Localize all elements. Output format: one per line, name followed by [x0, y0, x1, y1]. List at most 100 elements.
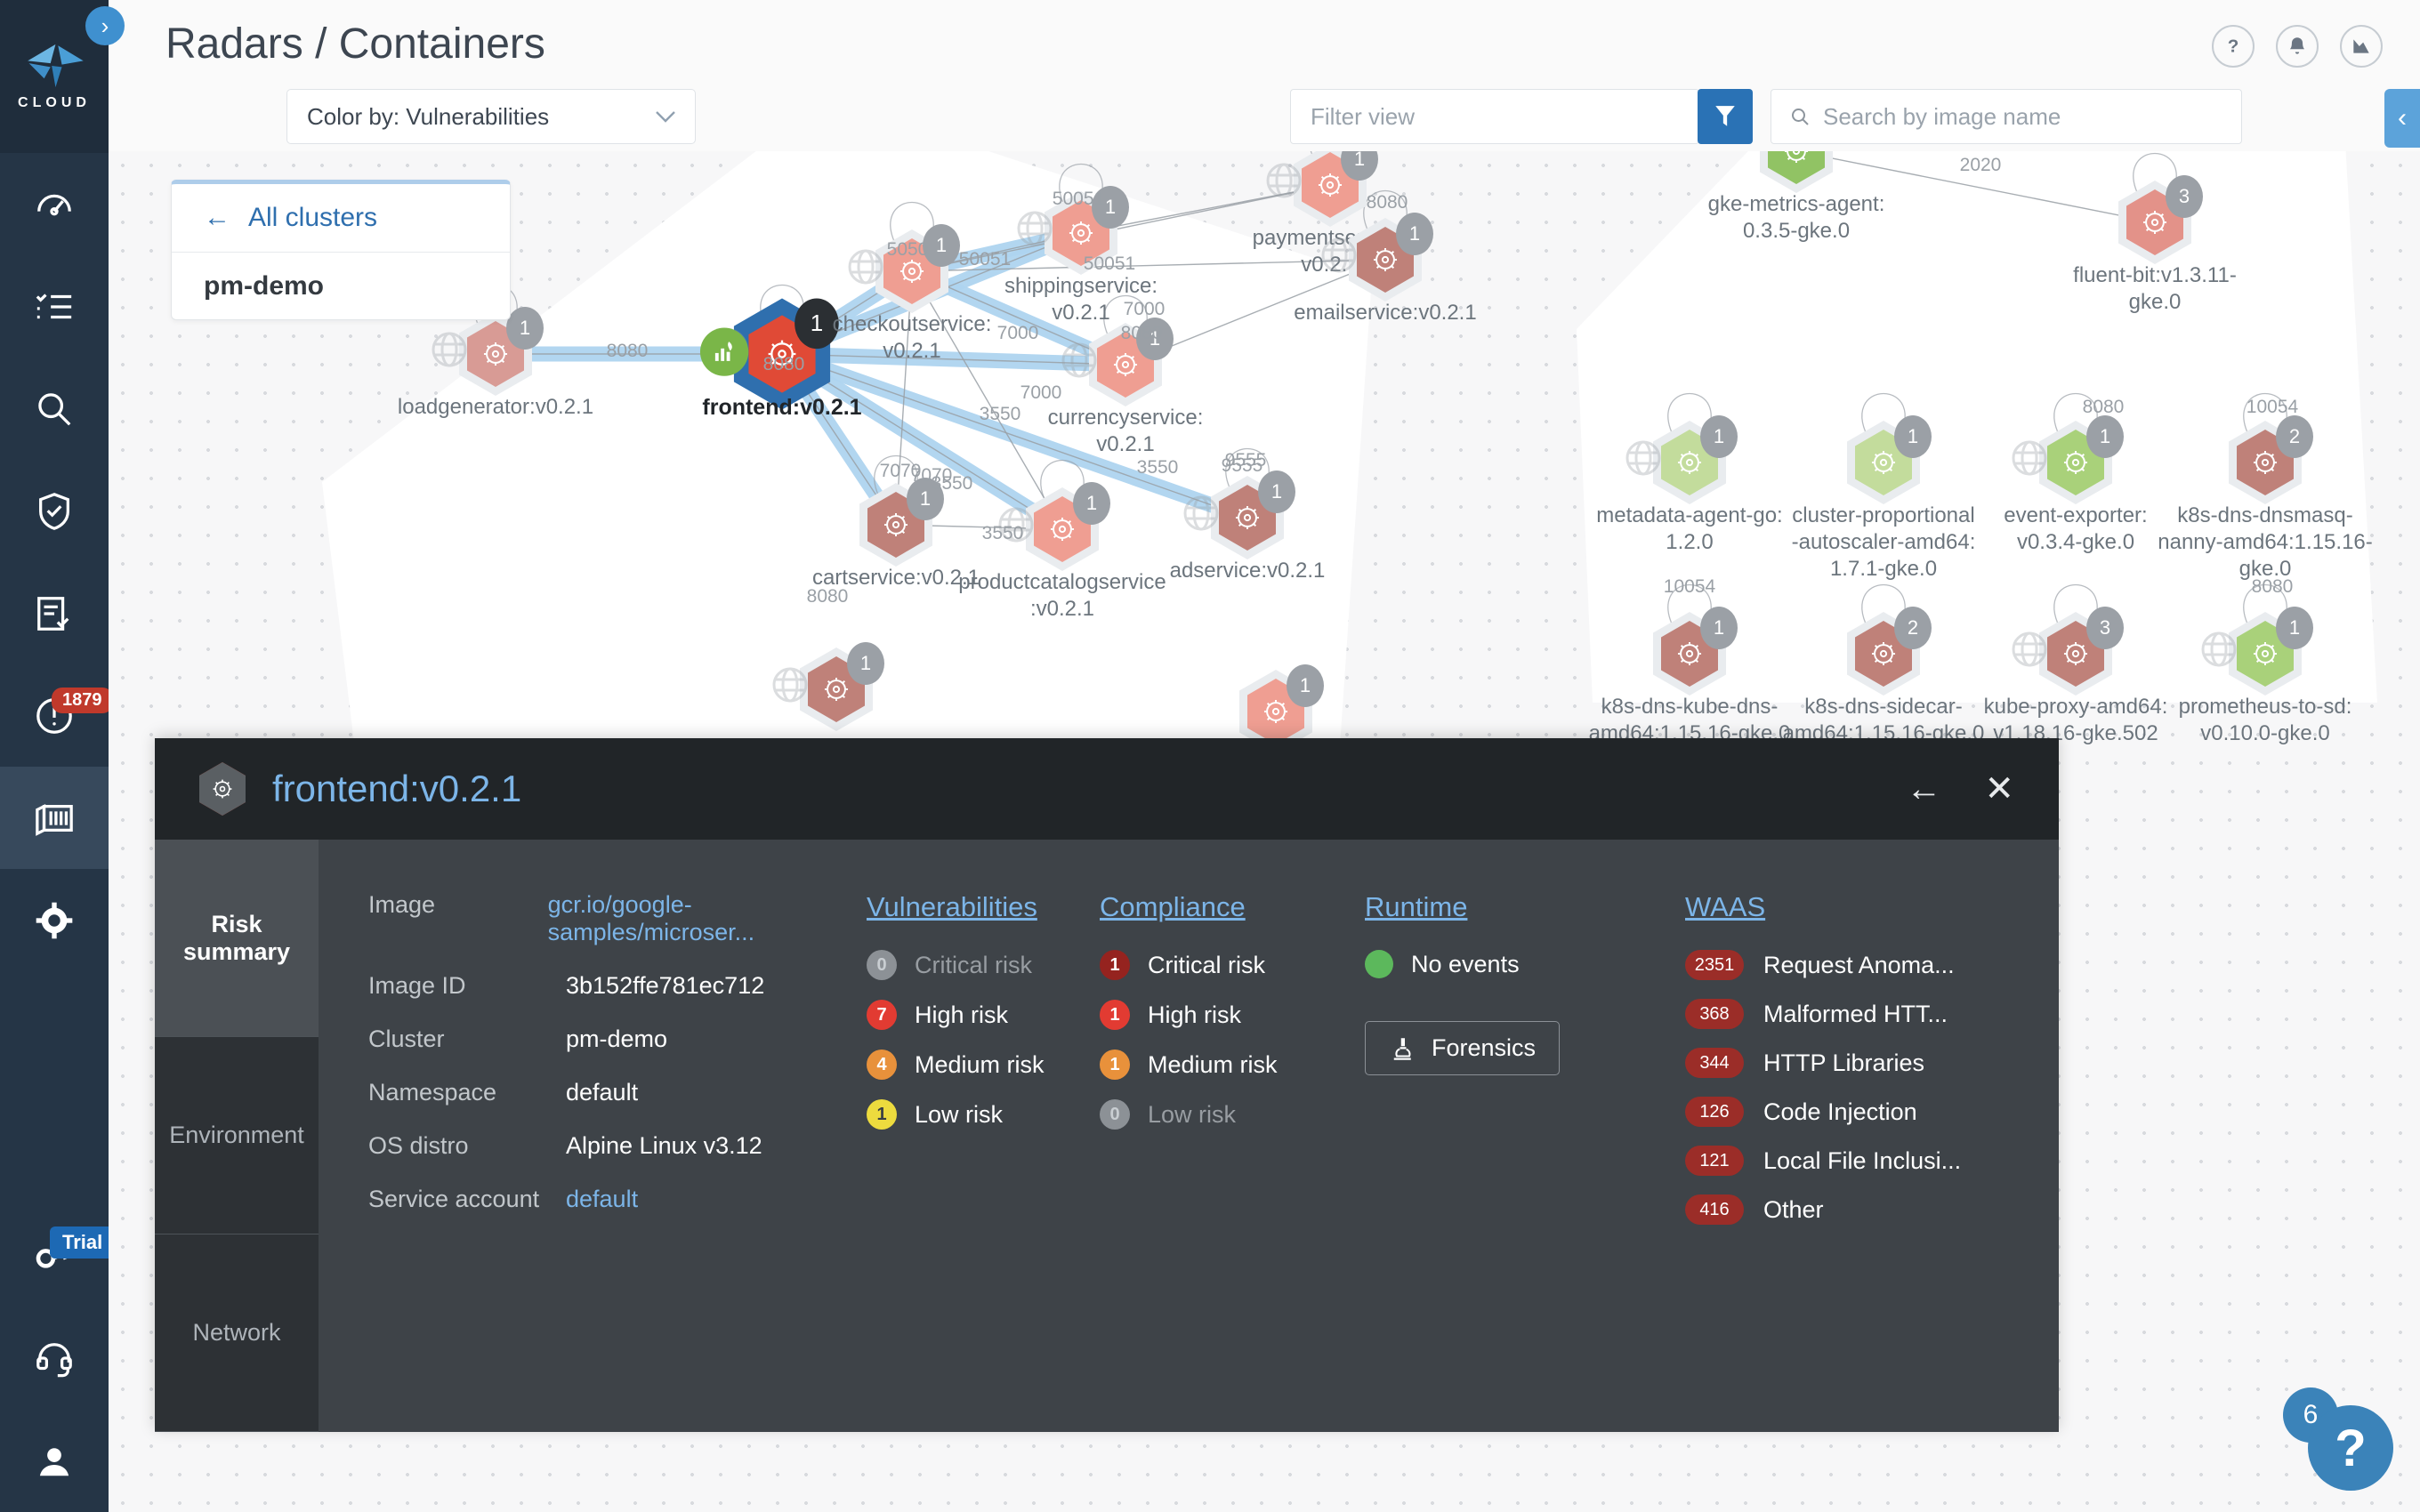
risk-summary-value[interactable]: default: [566, 1186, 638, 1213]
graph-node-hex: 1: [1266, 151, 1378, 227]
notifications-button[interactable]: [2276, 25, 2319, 68]
risk-summary-row: OS distro Alpine Linux v3.12: [368, 1132, 867, 1160]
risk-summary-value[interactable]: gcr.io/google-samples/microser...: [548, 891, 867, 946]
compliance-risk-row[interactable]: 1 Critical risk: [1100, 950, 1365, 980]
risk-summary-value: Alpine Linux v3.12: [566, 1132, 762, 1159]
compliance-risk-count: 1: [1100, 1000, 1130, 1030]
graph-node[interactable]: 1 loadgenerator:v0.2.1: [398, 307, 593, 419]
kubernetes-helm-icon: [483, 342, 508, 366]
compliance-risk-row[interactable]: 1 Medium risk: [1100, 1050, 1365, 1080]
graph-port-label: 10054: [2246, 397, 2299, 417]
graph-node[interactable]: 1 k8s-dns-kube-dns-amd64:1.15.16-gke.0: [1589, 607, 1790, 745]
waas-heading[interactable]: WAAS: [1685, 891, 1765, 923]
sidebar-item-access-keys[interactable]: Trial: [0, 1205, 116, 1307]
graph-node[interactable]: 1 emailservice:v0.2.1: [1294, 213, 1477, 325]
waas-row[interactable]: 2351 Request Anoma...: [1685, 950, 2059, 980]
vulnerability-risk-row[interactable]: 0 Critical risk: [867, 950, 1100, 980]
report-icon: [37, 596, 69, 631]
help-button[interactable]: ?: [2212, 25, 2255, 68]
detail-panel-tab[interactable]: Network: [155, 1235, 319, 1432]
breadcrumb-current-row[interactable]: pm-demo: [172, 252, 510, 319]
graph-node[interactable]: 1 adservice:v0.2.1: [1170, 470, 1325, 583]
graph-node[interactable]: 3 kube-proxy-amd64: v1.18.16-gke.502: [1984, 607, 2167, 745]
detail-panel-tab[interactable]: Risk summary: [155, 840, 319, 1037]
user-avatar-icon: [39, 1447, 69, 1476]
compliance-column: Compliance 1 Critical risk 1 High risk 1 Medi…: [1100, 891, 1365, 1432]
sidebar-item-compliance-report[interactable]: [0, 562, 109, 664]
graph-node[interactable]: 1 metadata-agent-go: 1.2.0: [1596, 415, 1783, 554]
graph-node[interactable]: 1 prometheus-to-sd: v0.10.0-gke.0: [2179, 607, 2351, 745]
detail-panel-tab[interactable]: Environment: [155, 1037, 319, 1235]
compliance-risk-count: 1: [1100, 950, 1130, 980]
kubernetes-helm-icon: [883, 512, 908, 537]
vulnerability-risk-row[interactable]: 7 High risk: [867, 1000, 1100, 1030]
color-by-select[interactable]: Color by: Vulnerabilities: [286, 89, 696, 144]
sidebar-item-monitor[interactable]: [0, 255, 109, 358]
runtime-heading[interactable]: Runtime: [1365, 891, 1467, 923]
graph-node[interactable]: 3 fluent-bit:v1.3.11- gke.0: [2073, 175, 2237, 314]
sidebar-item-settings[interactable]: [0, 869, 109, 971]
graph-node[interactable]: 1: [1239, 664, 1324, 753]
risk-summary-row: Namespace default: [368, 1079, 867, 1106]
breadcrumb-current-cluster: pm-demo: [204, 270, 324, 301]
globe-icon: [1183, 495, 1219, 531]
forensics-button[interactable]: Forensics: [1365, 1021, 1561, 1075]
waas-row[interactable]: 416 Other: [1685, 1194, 2059, 1225]
kubernetes-helm-icon: [2063, 641, 2088, 666]
globe-icon: [772, 667, 808, 703]
vulnerabilities-heading[interactable]: Vulnerabilities: [867, 891, 1037, 923]
graph-node-hex: 1: [859, 478, 944, 567]
graph-node[interactable]: 1 event-exporter: v0.3.4-gke.0: [2004, 415, 2148, 554]
detail-panel-back-button[interactable]: ←: [1906, 771, 1941, 807]
graph-node[interactable]: 1 cluster-proportional -autoscaler-amd64: 1…: [1792, 415, 1975, 581]
graph-node[interactable]: 2 k8s-dns-dnsmasq-nanny-amd64:1.15.16- gke…: [2158, 415, 2373, 581]
risk-summary-key: Service account: [368, 1186, 540, 1212]
compliance-risk-row[interactable]: 1 High risk: [1100, 1000, 1365, 1030]
graph-node-hex: 1: [2012, 415, 2124, 504]
risk-summary-value: default: [566, 1079, 639, 1106]
risk-summary-key: Cluster: [368, 1025, 445, 1052]
sidebar-item-defend[interactable]: [0, 460, 109, 562]
usage-chart-button[interactable]: [2340, 25, 2383, 68]
compliance-rows: 1 Critical risk 1 High risk 1 Medium risk 0 Low…: [1100, 950, 1365, 1130]
graph-node[interactable]: 1 productcatalogservice:v0.2.1: [958, 482, 1166, 621]
waas-row[interactable]: 121 Local File Inclusi...: [1685, 1146, 2059, 1176]
graph-node[interactable]: gke-metrics-agent: 0.3.5-gke.0: [1708, 151, 1884, 243]
sidebar-item-containers[interactable]: [0, 767, 109, 869]
graph-node[interactable]: 1 cartservice:v0.2.1: [812, 478, 980, 590]
search-field[interactable]: [1771, 89, 2242, 144]
waas-row[interactable]: 344 HTTP Libraries: [1685, 1048, 2059, 1078]
sidebar-item-support[interactable]: [0, 1307, 109, 1410]
vulnerability-risk-row[interactable]: 1 Low risk: [867, 1099, 1100, 1130]
kubernetes-helm-icon: [1871, 450, 1896, 475]
filter-view-field[interactable]: [1290, 89, 1699, 144]
risk-summary-key: OS distro: [368, 1132, 469, 1159]
graph-node-badge: 1: [1700, 415, 1738, 458]
graph-port-label: 2020: [1959, 155, 2002, 175]
sidebar-item-profile[interactable]: [0, 1410, 109, 1512]
compliance-heading[interactable]: Compliance: [1100, 891, 1246, 923]
checklist-icon: [36, 293, 72, 318]
panel-collapse-button[interactable]: ‹: [2384, 89, 2420, 148]
sidebar-item-investigate[interactable]: [0, 358, 109, 460]
help-widget-button[interactable]: ?: [2308, 1405, 2393, 1491]
graph-node[interactable]: 1: [772, 642, 884, 731]
breadcrumb-back-row[interactable]: ← All clusters: [172, 184, 510, 252]
waas-row[interactable]: 368 Malformed HTT...: [1685, 999, 2059, 1029]
sidebar-item-dashboard[interactable]: [0, 153, 109, 255]
detail-panel-close-button[interactable]: ✕: [1984, 771, 2014, 807]
waas-row[interactable]: 126 Code Injection: [1685, 1097, 2059, 1127]
compliance-risk-row[interactable]: 0 Low risk: [1100, 1099, 1365, 1130]
globe-icon: [848, 249, 883, 285]
gear-icon: [36, 902, 73, 938]
sidebar-toggle-button[interactable]: ›: [85, 6, 125, 45]
vulnerability-risk-row[interactable]: 4 Medium risk: [867, 1050, 1100, 1080]
filter-view-input[interactable]: [1311, 102, 1679, 131]
graph-node[interactable]: 1 paymentservice: v0.2.1: [1253, 151, 1408, 277]
graph-port-label: 3550: [931, 473, 973, 494]
runtime-status-row: No events: [1365, 950, 1685, 978]
search-input[interactable]: [1822, 102, 2223, 131]
filter-apply-button[interactable]: [1698, 89, 1753, 144]
graph-node[interactable]: 2 k8s-dns-sidecar-amd64:1.15.16-gke.0: [1783, 607, 1984, 745]
sidebar-item-alerts[interactable]: 1879: [0, 664, 113, 767]
